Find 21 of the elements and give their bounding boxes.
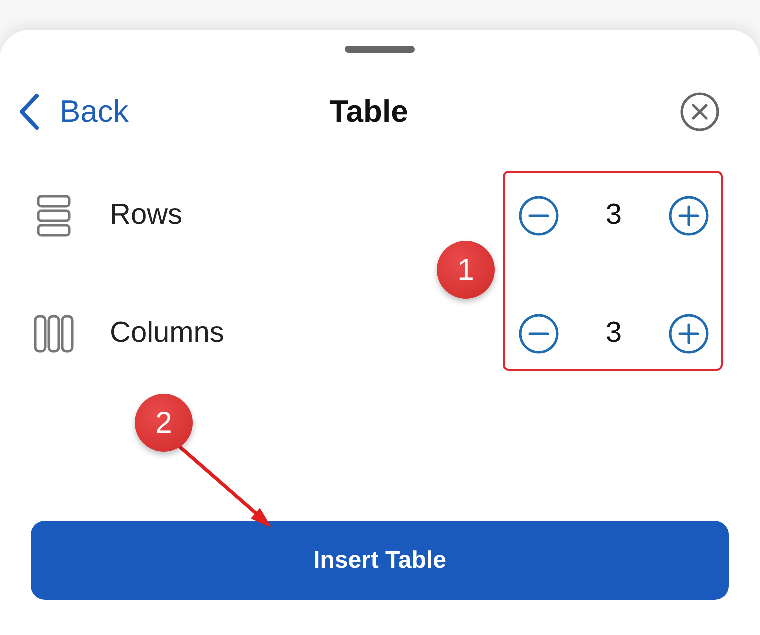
chevron-left-icon [18, 93, 40, 131]
increment-button[interactable] [669, 314, 709, 354]
stepper-value: 3 [604, 198, 624, 234]
rows-icon [37, 195, 71, 237]
setting-label: Rows [110, 198, 183, 234]
plus-icon [669, 196, 709, 236]
close-button[interactable] [680, 92, 720, 132]
increment-button[interactable] [669, 196, 709, 236]
minus-icon [519, 196, 559, 236]
close-icon [680, 92, 720, 132]
plus-icon [669, 314, 709, 354]
drag-handle[interactable] [345, 46, 415, 53]
decrement-button[interactable] [519, 314, 559, 354]
decrement-button[interactable] [519, 196, 559, 236]
minus-icon [519, 314, 559, 354]
sheet-title: Table [330, 92, 408, 131]
back-button[interactable]: Back [18, 88, 129, 136]
columns-icon [34, 315, 74, 353]
stepper-value: 3 [604, 316, 624, 352]
insert-table-button[interactable]: Insert Table [31, 521, 729, 600]
setting-label: Columns [110, 316, 224, 352]
